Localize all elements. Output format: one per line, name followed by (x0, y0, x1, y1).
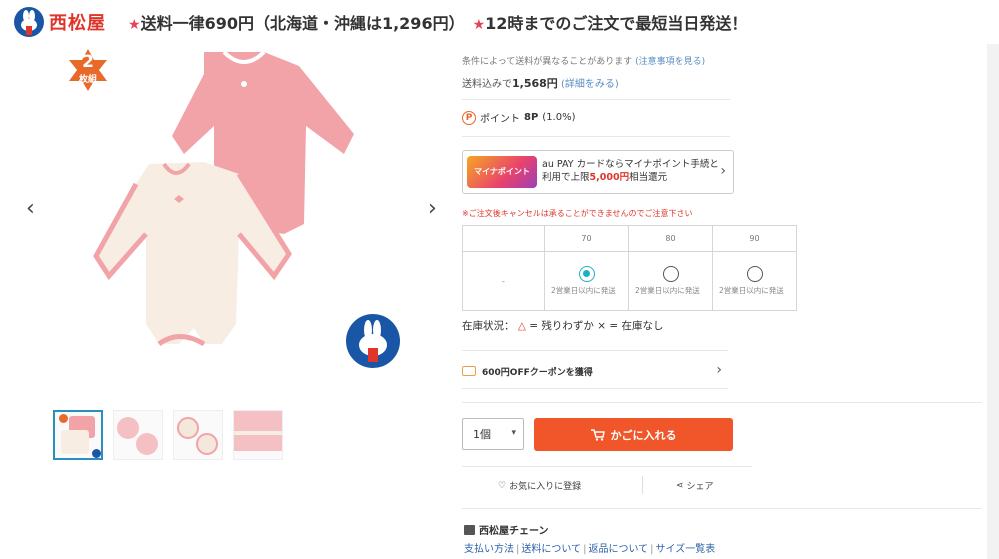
star-icon: ★ (472, 17, 486, 33)
store-name-text: 西松屋チェーン (479, 526, 549, 537)
thumbnail-1[interactable] (53, 410, 103, 460)
share-button[interactable]: ⋖ シェア (676, 479, 714, 493)
link-shipping[interactable]: 送料について (521, 544, 581, 555)
points-rate: (1.0%) (542, 112, 576, 123)
shipping-notice-text: 条件によって送料が異なることがあります (462, 57, 633, 67)
ship-note: 2営業日以内に発送 (551, 286, 616, 296)
size-radio-70[interactable] (578, 266, 595, 283)
divider (642, 476, 643, 494)
link-payment[interactable]: 支払い方法 (464, 544, 514, 555)
divider (462, 466, 752, 467)
size-header-90: 90 (712, 225, 797, 252)
aupay-mynapoint-banner[interactable]: マイナポイント au PAY カードならマイナポイント手続と 利用で上限5,00… (462, 150, 734, 194)
rabbit-logo-icon (14, 7, 44, 37)
ship-note: 2営業日以内に発送 (635, 286, 700, 296)
size-header-70: 70 (544, 225, 629, 252)
coupon-button[interactable]: 600円OFFクーポンを獲得 › (462, 354, 728, 388)
store-links: 支払い方法 | 送料について | 返品について | サイズ一覧表 (464, 544, 716, 555)
shipping-price-value: 1,568円 (512, 77, 558, 90)
shipping-notice: 条件によって送料が異なることがあります (注意事項を見る) (462, 54, 705, 67)
badge-label: 枚組 (78, 75, 97, 85)
share-icon: ⋖ (676, 480, 684, 491)
link-size-chart[interactable]: サイズ一覧表 (656, 544, 716, 555)
coupon-text: 600円OFFクーポンを獲得 (482, 367, 593, 378)
size-header-80: 80 (628, 225, 713, 252)
thumbnail-3[interactable] (173, 410, 223, 460)
size-option-70[interactable]: 2営業日以内に発送 (544, 251, 629, 311)
action-row: ♡ お気に入りに登録 ⋖ シェア (462, 472, 752, 500)
logo-text: 西松屋 (49, 13, 106, 34)
divider (462, 350, 728, 351)
size-option-80[interactable]: 2営業日以内に発送 (628, 251, 713, 311)
divider (462, 402, 982, 403)
chevron-right-icon: › (716, 362, 722, 378)
favorite-label: お気に入りに登録 (509, 482, 582, 492)
divider (462, 388, 728, 389)
link-returns[interactable]: 返品について (588, 544, 648, 555)
triangle-icon: △ (517, 320, 526, 332)
quantity-value: 1個 (473, 428, 491, 441)
store-icon (464, 524, 475, 535)
quantity-select[interactable]: 1個 ▾ (462, 418, 524, 450)
point-icon: P (462, 110, 476, 125)
table-header-blank (462, 225, 545, 252)
thumbnail-2[interactable] (113, 410, 163, 460)
size-radio-80[interactable] (662, 266, 679, 283)
shipping-banner-text: ★送料一律690円（北海道・沖縄は1,296円） ★12時までのご注文で最短当日発… (128, 10, 747, 34)
add-favorite-button[interactable]: ♡ お気に入りに登録 (498, 479, 582, 493)
size-option-90[interactable]: 2営業日以内に発送 (712, 251, 797, 311)
aupay-line1: au PAY カードならマイナポイント手続と (542, 159, 719, 171)
size-radio-90[interactable] (746, 266, 763, 283)
thumbnail-strip (53, 410, 283, 460)
aupay-line2: 利用で上限5,000円相当還元 (542, 172, 668, 183)
aupay-text: au PAY カードならマイナポイント手続と 利用で上限5,000円相当還元 (542, 159, 719, 185)
stock-low-text: = 残りわずか (529, 320, 594, 332)
points-row: P ポイント 8P (1.0%) (462, 110, 576, 125)
brand-rabbit-icon (346, 314, 400, 368)
shipping-notice-link[interactable]: (注意事項を見る) (635, 57, 705, 67)
shipping-detail-link[interactable]: (詳細をみる) (561, 79, 619, 90)
cross-icon: × (597, 320, 607, 332)
cancel-warning: ※ご注文後キャンセルは承ることができませんのでご注意下さい (462, 209, 693, 218)
points-label: ポイント (480, 114, 520, 125)
mynapoint-logo: マイナポイント (467, 156, 537, 188)
two-pack-badge: 2 枚組 (66, 48, 110, 92)
store-name: 西松屋チェーン (464, 522, 549, 537)
banner-shipping-fee: 送料一律690円（北海道・沖縄は1,296円） (140, 14, 465, 33)
share-label: シェア (686, 482, 714, 492)
prev-image-arrow-icon[interactable]: ‹ (26, 196, 35, 221)
shipping-price-prefix: 送料込みで (462, 79, 512, 90)
heart-icon: ♡ (498, 480, 507, 491)
divider (462, 99, 730, 100)
ship-note: 2営業日以内に発送 (719, 286, 784, 296)
stock-legend: 在庫状況： △ = 残りわずか × = 在庫なし (462, 318, 664, 333)
badge-number: 2 (82, 52, 94, 72)
next-image-arrow-icon[interactable]: › (428, 196, 437, 221)
divider (462, 508, 982, 509)
add-to-cart-label: かごに入れる (610, 428, 677, 442)
cart-icon (590, 428, 605, 441)
size-selector-table: 70 80 90 - 2営業日以内に発送 2営業日以内に発送 2営業日以内に発送 (462, 225, 797, 311)
store-logo[interactable]: 西松屋 (14, 7, 106, 37)
shipping-price: 送料込みで1,568円 (詳細をみる) (462, 75, 619, 91)
chevron-right-icon: › (720, 163, 726, 179)
header-banner: 西松屋 ★送料一律690円（北海道・沖縄は1,296円） ★12時までのご注文で最… (0, 0, 999, 44)
page-scrollbar[interactable] (987, 44, 999, 559)
add-to-cart-button[interactable]: かごに入れる (534, 418, 733, 451)
color-cell: - (462, 251, 545, 311)
divider (462, 136, 730, 137)
banner-same-day: 12時までのご注文で最短当日発送！ (485, 14, 748, 33)
thumbnail-4[interactable] (233, 410, 283, 460)
points-value: 8P (524, 112, 539, 123)
stock-label: 在庫状況： (462, 320, 515, 332)
coupon-icon (462, 366, 476, 376)
star-icon: ★ (128, 17, 141, 33)
product-gallery: ‹ › 2 枚組 (20, 44, 450, 559)
stock-out-text: = 在庫なし (609, 320, 664, 332)
chevron-down-icon: ▾ (511, 428, 516, 438)
